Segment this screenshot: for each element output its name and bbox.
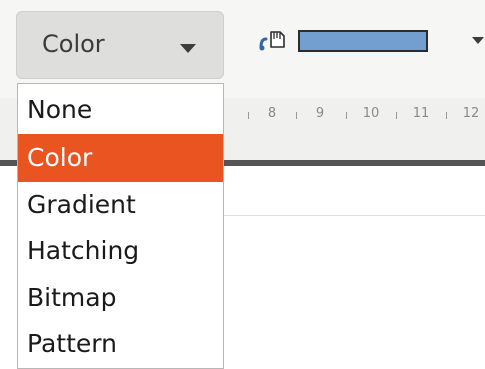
paint-bucket-icon[interactable]	[258, 27, 292, 55]
ruler-label: 8	[267, 106, 277, 121]
ruler-label: 9	[315, 106, 325, 121]
fill-option-color[interactable]: Color	[18, 134, 223, 182]
fill-type-value: Color	[42, 30, 105, 58]
fill-option-hatching[interactable]: Hatching	[18, 227, 223, 275]
ruler-tick	[446, 112, 447, 119]
ruler-label: 12	[462, 106, 480, 121]
ruler-label: 10	[362, 106, 380, 121]
ruler-tick	[346, 112, 347, 119]
fill-option-gradient[interactable]: Gradient	[18, 181, 223, 229]
fill-color-swatch[interactable]	[298, 30, 428, 52]
fill-option-none[interactable]: None	[18, 86, 223, 134]
fill-option-pattern[interactable]: Pattern	[18, 320, 223, 368]
chevron-down-icon	[180, 44, 196, 53]
fill-option-bitmap[interactable]: Bitmap	[18, 274, 223, 322]
divider	[222, 215, 485, 216]
ruler-label: 11	[412, 106, 430, 121]
ruler-tick	[296, 112, 297, 119]
chevron-down-icon[interactable]	[472, 37, 484, 44]
fill-type-select[interactable]: Color	[16, 11, 224, 79]
ruler-tick	[248, 112, 249, 119]
fill-type-dropdown-list: None Color Gradient Hatching Bitmap Patt…	[17, 83, 224, 369]
ruler-tick	[396, 112, 397, 119]
